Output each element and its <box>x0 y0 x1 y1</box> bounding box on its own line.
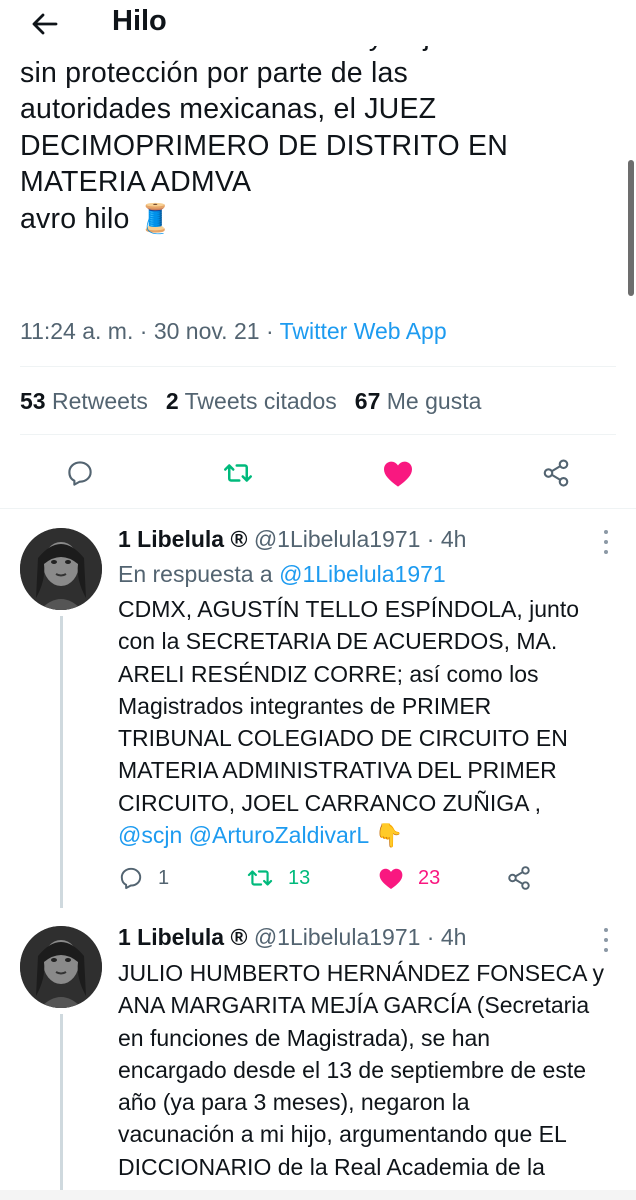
reply-text-line: CDMX, AGUSTÍN TELLO ESPÍNDOLA, junto <box>118 596 579 622</box>
reply-text-line: TRIBUNAL COLEGIADO DE CIRCUITO EN <box>118 725 568 752</box>
avatar[interactable] <box>20 528 102 610</box>
like-count: 23 <box>418 866 441 889</box>
author-name[interactable]: 1 Libelula ® <box>118 924 247 950</box>
retweet-icon <box>247 870 273 886</box>
reply-count: 1 <box>158 866 170 889</box>
reply-header: 1 Libelula ® @1Libelula1971 · 4h <box>118 924 466 951</box>
reply-text: CDMX, AGUSTÍN TELLO ESPÍNDOLA, junto con… <box>118 593 623 851</box>
bottom-edge <box>0 1190 636 1200</box>
share-button[interactable] <box>506 858 546 898</box>
tweet-text-line: avro hilo 🧵 <box>20 202 174 235</box>
tweet-text-line: sin protección por parte de las <box>20 56 408 89</box>
reply-text-line: MATERIA ADMINISTRATIVA DEL PRIMER <box>118 757 557 784</box>
reply-text-line: Magistrados integrantes de PRIMER <box>118 692 492 719</box>
reply-text-line: DICCIONARIO de la Real Academia de la <box>118 1153 545 1180</box>
mention-links[interactable]: @scjn @ArturoZaldivarL <box>118 822 368 848</box>
more-options-button[interactable] <box>596 530 616 554</box>
back-button[interactable] <box>26 6 62 42</box>
tweet-time[interactable]: 11:24 a. m. <box>20 318 133 344</box>
like-icon <box>384 461 412 487</box>
meta-separator: · <box>139 318 148 344</box>
reply-actions: 1 13 23 <box>118 858 618 898</box>
reply-button[interactable]: 1 <box>118 858 169 898</box>
reply-text-line: año (ya para 3 meses), negaron la <box>118 1089 470 1116</box>
reply-tweet[interactable]: 1 Libelula ® @1Libelula1971 · 4h JULIO H… <box>0 908 636 1200</box>
reply-to-label: En respuesta a <box>118 561 273 587</box>
quotes-stat[interactable]: 2 Tweets citados <box>166 388 337 414</box>
reply-text-line: ARELI RESÉNDIZ CORRE; así como los <box>118 660 539 687</box>
avatar[interactable] <box>20 926 102 1008</box>
retweet-button[interactable] <box>212 447 264 499</box>
like-icon <box>379 868 403 890</box>
meta-separator: · <box>426 924 435 950</box>
tweet-actions <box>0 447 636 499</box>
meta-separator: · <box>265 318 274 344</box>
tweet-source-link[interactable]: Twitter Web App <box>280 318 447 344</box>
tweet-stats: 53 Retweets 2 Tweets citados 67 Me gusta <box>20 388 481 415</box>
likes-stat[interactable]: 67 Me gusta <box>355 388 482 414</box>
arrow-left-icon <box>32 13 58 35</box>
share-icon <box>543 459 569 487</box>
thread-view[interactable]: Hilo francamente sus derechos y dejarlos… <box>0 0 636 1200</box>
reply-icon <box>120 867 142 890</box>
main-tweet-text: francamente sus derechos y dejarlos sin … <box>20 20 620 238</box>
reply-text-line: CIRCUITO, JOEL CARRANCO ZUÑIGA , <box>118 789 541 816</box>
divider <box>20 434 616 435</box>
retweet-count: 13 <box>288 866 311 889</box>
like-button[interactable]: 23 <box>378 858 440 898</box>
page-title: Hilo <box>112 5 167 37</box>
reply-to-handle[interactable]: @1Libelula1971 <box>279 561 446 587</box>
reply-time[interactable]: 4h <box>441 924 467 950</box>
top-bar: Hilo <box>0 0 636 46</box>
divider <box>20 366 616 367</box>
tweet-text-line: autoridades mexicanas, el JUEZ <box>20 93 437 126</box>
tweet-date[interactable]: 30 nov. 21 <box>154 318 260 344</box>
reply-text-line: con la SECRETARIA DE ACUERDOS, MA. <box>118 628 558 655</box>
reply-time[interactable]: 4h <box>441 526 467 552</box>
profile-photo <box>20 528 102 610</box>
more-dots-icon <box>604 928 608 932</box>
retweets-stat[interactable]: 53 Retweets <box>20 388 148 414</box>
reply-text-line: ANA MARGARITA MEJÍA GARCÍA (Secretaria <box>118 992 590 1019</box>
reply-tweet[interactable]: 1 Libelula ® @1Libelula1971 · 4h En resp… <box>0 508 636 908</box>
reply-icon <box>68 461 92 486</box>
share-button[interactable] <box>530 447 582 499</box>
reply-to-line: En respuesta a @1Libelula1971 <box>118 561 446 588</box>
scrollbar-thumb[interactable] <box>628 160 634 296</box>
reply-text-line: vacunación a mi hijo, argumentando que E… <box>118 1121 567 1148</box>
reply-text-line: JULIO HUMBERTO HERNÁNDEZ FONSECA y <box>118 960 605 986</box>
thread-connector <box>60 616 63 908</box>
retweet-icon <box>224 464 252 482</box>
thread-connector <box>60 1014 63 1200</box>
tweet-timestamp: 11:24 a. m. · 30 nov. 21 · Twitter Web A… <box>20 318 447 345</box>
reply-text: JULIO HUMBERTO HERNÁNDEZ FONSECA y ANA M… <box>118 957 623 1200</box>
meta-separator: · <box>426 526 435 552</box>
tweet-text-line: DECIMOPRIMERO DE DISTRITO EN <box>20 129 509 162</box>
author-handle[interactable]: @1Libelula1971 <box>254 526 421 552</box>
more-options-button[interactable] <box>596 928 616 952</box>
pointing-down-emoji: 👇 <box>374 822 404 849</box>
reply-button[interactable] <box>54 447 106 499</box>
author-handle[interactable]: @1Libelula1971 <box>254 924 421 950</box>
reply-text-line: en funciones de Magistrada), se han <box>118 1024 491 1051</box>
like-button[interactable] <box>372 447 424 499</box>
reply-header: 1 Libelula ® @1Libelula1971 · 4h <box>118 526 466 553</box>
retweet-button[interactable]: 13 <box>246 858 310 898</box>
more-dots-icon <box>604 530 608 534</box>
profile-photo <box>20 926 102 1008</box>
tweet-text-line: MATERIA ADMVA <box>20 166 252 199</box>
author-name[interactable]: 1 Libelula ® <box>118 526 247 552</box>
share-icon <box>508 866 530 890</box>
reply-text-line: encargado desde el 13 de septiembre de e… <box>118 1056 586 1083</box>
